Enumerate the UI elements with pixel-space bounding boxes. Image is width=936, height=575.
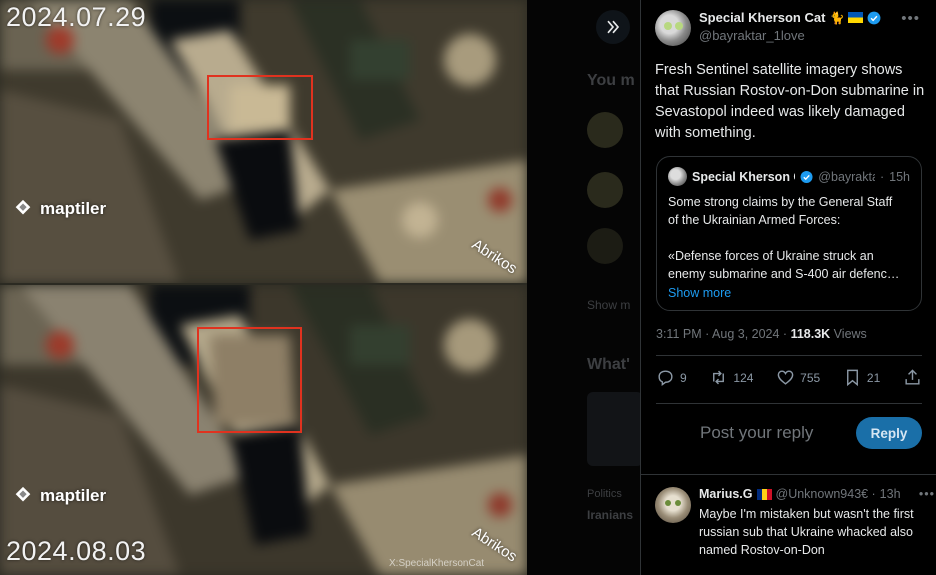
- author-handle[interactable]: @bayraktar_1love: [699, 28, 881, 43]
- quoted-author-name: Special Kherson C: [692, 169, 796, 184]
- bg-trend-title: Iranians: [587, 508, 634, 522]
- reply-author-name[interactable]: Marius.G: [699, 487, 753, 501]
- show-more-link[interactable]: Show more: [668, 284, 910, 302]
- views-count: 118.3K: [790, 327, 831, 341]
- repost-action[interactable]: 124: [709, 368, 753, 387]
- avatar-eye: [664, 22, 672, 30]
- share-icon: [905, 369, 920, 385]
- bg-thumbnail: [587, 392, 640, 466]
- maptiler-label: maptiler: [40, 199, 107, 218]
- background-timeline: You m Show m What' Politics Iranians: [527, 0, 640, 575]
- quoted-text: Some strong claims by the General Staff …: [668, 193, 910, 302]
- maptiler-logo: maptiler: [12, 198, 106, 220]
- image-date-after: 2024.08.03: [6, 536, 147, 566]
- avatar-eye: [675, 22, 683, 30]
- avatar: [668, 167, 687, 186]
- quoted-text-line: enemy submarine and S-400 air defenc…: [668, 267, 900, 281]
- avatar-eye: [665, 500, 671, 506]
- satellite-image[interactable]: 2024.07.29 maptiler Abrikos maptiler Abr…: [0, 0, 527, 575]
- reply-count: 9: [680, 370, 687, 385]
- quoted-time: 15h: [889, 169, 910, 184]
- bookmark-icon: [846, 369, 858, 387]
- highlight-box-after: [197, 327, 302, 433]
- tweet-actions: 9 124 755 21: [656, 368, 922, 387]
- quoted-text-line: Some strong claims by the General Staff: [668, 195, 893, 209]
- avatar[interactable]: [655, 10, 691, 46]
- maptiler-icon: [15, 199, 31, 215]
- double-chevron-right-icon: [607, 20, 620, 34]
- cat-emoji: 🐈: [829, 10, 845, 25]
- reply-icon: [658, 370, 673, 387]
- bg-avatar: [587, 112, 623, 148]
- bg-trend-sub: Politics: [587, 488, 622, 500]
- repost-icon: [713, 370, 725, 385]
- reply-time[interactable]: 13h: [880, 487, 901, 501]
- maptiler-icon: [15, 486, 31, 502]
- heart-icon: [777, 370, 794, 385]
- tweet-detail-panel: Special Kherson Cat 🐈 @bayraktar_1love •…: [640, 0, 936, 575]
- reply-author-handle[interactable]: @Unknown943€: [776, 487, 868, 501]
- reply-input[interactable]: Post your reply: [656, 423, 813, 443]
- reply-text: Maybe I'm mistaken but wasn't the first …: [699, 507, 914, 557]
- quoted-author-handle: @bayrakta: [818, 169, 875, 184]
- more-options-icon[interactable]: •••: [901, 10, 920, 27]
- bg-avatar: [587, 172, 623, 208]
- share-action[interactable]: [903, 368, 922, 387]
- tweet-text: Fresh Sentinel satellite imagery shows t…: [655, 62, 925, 141]
- tweet-timestamp[interactable]: 3:11 PM · Aug 3, 2024 ·: [656, 327, 791, 341]
- like-count: 755: [800, 370, 821, 385]
- repost-count: 124: [733, 370, 754, 385]
- tweet-author[interactable]: Special Kherson Cat 🐈 @bayraktar_1love: [655, 10, 881, 46]
- views-label: Views: [830, 327, 867, 341]
- maptiler-label: maptiler: [40, 486, 107, 505]
- like-action[interactable]: 755: [776, 368, 820, 387]
- watermark: X:SpecialKhersonCat: [389, 558, 485, 569]
- bookmark-action[interactable]: 21: [843, 368, 880, 387]
- romania-flag-icon: [756, 488, 772, 500]
- highlight-box-before: [207, 75, 313, 140]
- divider: [656, 355, 922, 356]
- bookmark-count: 21: [866, 370, 881, 385]
- image-date-before: 2024.07.29: [6, 2, 147, 32]
- quoted-text-line: of the Ukrainian Armed Forces:: [668, 213, 841, 227]
- tweet-meta: 3:11 PM · Aug 3, 2024 · 118.3K Views: [656, 327, 867, 341]
- reply-button[interactable]: Reply: [856, 417, 922, 449]
- reply-action[interactable]: 9: [656, 368, 687, 387]
- more-options-icon[interactable]: •••: [919, 487, 935, 501]
- expand-button[interactable]: [596, 10, 630, 44]
- quoted-tweet[interactable]: Special Kherson C @bayrakta · 15h Some s…: [656, 156, 922, 311]
- bg-heading: What': [587, 356, 630, 373]
- bg-heading: You m: [587, 72, 635, 89]
- verified-badge-icon: [800, 170, 813, 183]
- avatar[interactable]: [655, 487, 691, 523]
- divider: [656, 403, 922, 404]
- satellite-image-before: [0, 0, 527, 283]
- quoted-text-line: «Defense forces of Ukraine struck an: [668, 249, 874, 263]
- bg-avatar: [587, 228, 623, 264]
- ukraine-flag-icon: [848, 12, 864, 23]
- reply-composer: Post your reply Reply: [656, 416, 922, 450]
- reply-tweet[interactable]: Marius.G @Unknown943€ · 13h ••• Maybe I'…: [655, 487, 935, 559]
- maptiler-logo: maptiler: [12, 485, 106, 507]
- author-name[interactable]: Special Kherson Cat: [699, 10, 825, 25]
- avatar-eye: [675, 500, 681, 506]
- bg-show-more: Show m: [587, 298, 631, 312]
- verified-badge-icon: [867, 11, 881, 24]
- divider: [641, 474, 936, 475]
